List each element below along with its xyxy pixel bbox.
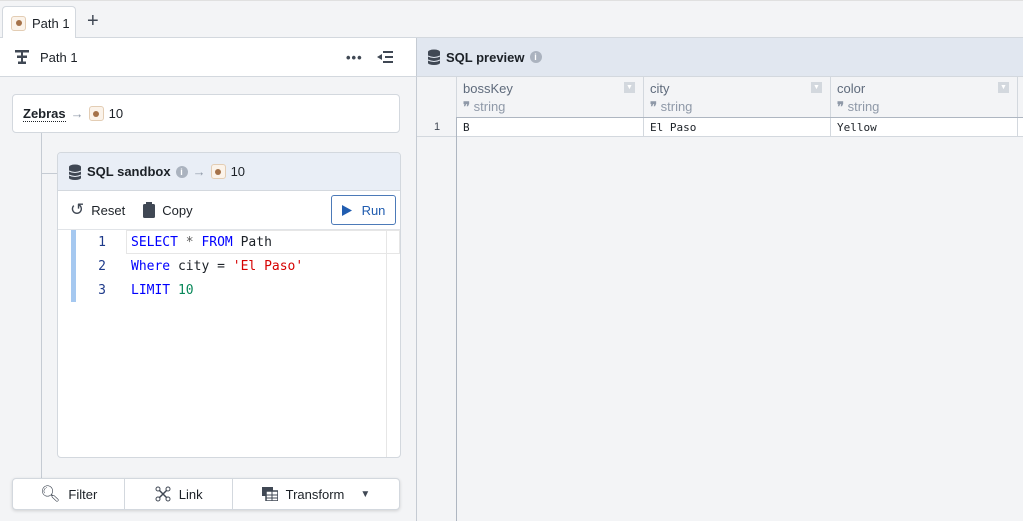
table-cell[interactable]: B — [457, 118, 644, 137]
play-icon — [341, 204, 352, 216]
column-header[interactable]: color ❞ string ▼ — [831, 77, 1018, 117]
arrow-right-icon: → — [70, 106, 84, 121]
path-title: Path 1 — [40, 49, 78, 65]
info-icon[interactable]: i — [529, 51, 542, 63]
tab-path-1[interactable]: Path 1 — [2, 6, 76, 39]
run-label: Run — [361, 202, 386, 218]
sql-preview-header: SQL preview i — [416, 38, 1023, 77]
row-number-header — [417, 77, 457, 117]
database-icon — [68, 164, 82, 180]
column-header[interactable]: i — [1018, 77, 1023, 117]
copy-label: Copy — [162, 202, 193, 218]
filter-label: Filter — [68, 486, 98, 502]
column-header[interactable]: city ❞ string ▼ — [644, 77, 831, 117]
reset-label: Reset — [91, 202, 126, 218]
source-name[interactable]: Zebras — [23, 106, 66, 122]
source-count: 10 — [108, 106, 124, 121]
path-icon — [15, 50, 29, 64]
column-header[interactable]: bossKey ❞ string ▼ — [457, 77, 644, 117]
source-card[interactable]: Zebras → 10 — [12, 94, 400, 133]
copy-button[interactable]: Copy — [143, 202, 193, 218]
table-cell[interactable]: El Paso — [644, 118, 831, 137]
filter-button[interactable]: 🔍︎ Filter — [13, 479, 126, 509]
link-button[interactable]: Link — [125, 479, 233, 509]
code-line: Where city = 'El Paso' — [131, 258, 304, 274]
preview-table: bossKey ❞ string ▼ city ❞ string ▼ color ❞ st… — [416, 77, 1023, 521]
arrow-right-icon: → — [192, 164, 206, 179]
quote-icon: ❞ — [650, 99, 657, 114]
sandbox-count: 10 — [230, 164, 246, 179]
transform-label: Transform — [285, 486, 345, 502]
row-number: 1 — [417, 117, 457, 137]
reset-button[interactable]: ↺ Reset — [70, 200, 125, 220]
path-header: Path 1 ••• — [0, 38, 416, 77]
line-number: 3 — [98, 282, 106, 298]
line-number: 2 — [98, 258, 106, 274]
search-icon: 🔍︎ — [40, 486, 61, 503]
filter-icon[interactable]: ▼ — [998, 82, 1009, 93]
table-icon — [261, 487, 278, 501]
more-options-icon[interactable]: ••• — [346, 50, 363, 65]
sandbox-title: SQL sandbox — [87, 164, 171, 179]
quote-icon: ❞ — [837, 99, 844, 114]
quote-icon: ❞ — [463, 99, 470, 114]
add-tab-button[interactable]: + — [87, 10, 99, 33]
table-cell[interactable]: Yellow — [831, 118, 1018, 137]
database-icon — [427, 49, 441, 65]
code-line: LIMIT 10 — [131, 282, 194, 298]
line-number: 1 — [98, 234, 106, 250]
object-icon — [11, 15, 26, 31]
object-icon — [88, 106, 104, 121]
collapse-list-icon[interactable] — [377, 50, 393, 64]
object-icon — [210, 164, 226, 179]
tree-line — [41, 133, 42, 478]
link-icon — [155, 486, 171, 502]
filter-icon[interactable]: ▼ — [811, 82, 822, 93]
link-label: Link — [178, 486, 203, 502]
filter-icon[interactable]: ▼ — [624, 82, 635, 93]
row-header-divider — [456, 117, 457, 521]
action-bar: 🔍︎ Filter Link Transform ▼ — [12, 478, 400, 510]
sandbox-toolbar: ↺ Reset Copy Run — [58, 191, 400, 229]
reset-icon: ↺ — [70, 200, 85, 219]
transform-button[interactable]: Transform ▼ — [233, 479, 399, 509]
clipboard-icon — [143, 202, 156, 218]
table-cell[interactable]: A — [1018, 118, 1023, 137]
sandbox-header: SQL sandbox i → 10 — [58, 153, 400, 191]
table-row[interactable]: B El Paso Yellow A — [457, 117, 1023, 137]
info-icon[interactable]: i — [175, 165, 188, 178]
code-line: SELECT * FROM Path — [131, 234, 272, 250]
caret-down-icon: ▼ — [360, 488, 371, 500]
tab-label: Path 1 — [32, 15, 70, 31]
sql-editor[interactable]: 1 SELECT * FROM Path 2 Where city = 'El Pa… — [58, 229, 400, 457]
preview-title: SQL preview — [446, 49, 525, 65]
sql-sandbox-card: SQL sandbox i → 10 ↺ Reset Copy Run 1 SELE… — [57, 152, 401, 458]
tree-branch — [41, 173, 57, 174]
tab-bar — [0, 0, 1023, 38]
run-button[interactable]: Run — [331, 195, 396, 225]
